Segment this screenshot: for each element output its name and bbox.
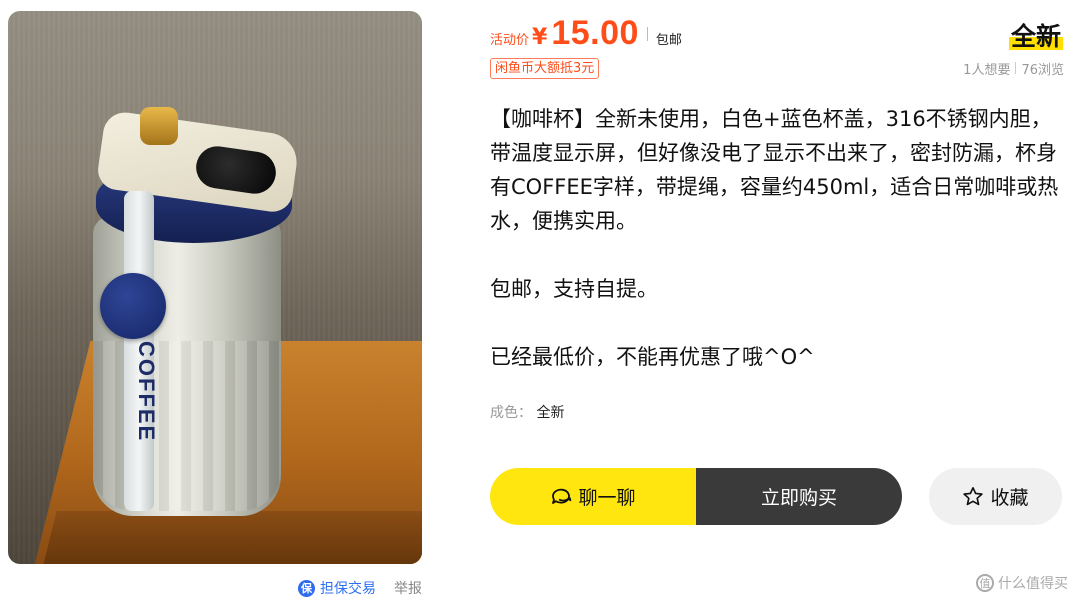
wants-count: 1人想要 (963, 63, 1011, 78)
action-button-group: 聊一聊 立即购买 (490, 468, 902, 525)
favorite-label: 收藏 (990, 487, 1029, 509)
shield-guarantee-icon: 保 (298, 579, 315, 597)
chat-bubble-icon (550, 487, 572, 507)
star-outline-icon (962, 486, 984, 507)
tumbler-gold-handle (140, 107, 178, 145)
shipping-label: 包邮 (655, 33, 682, 48)
price-value: 15.00 (551, 14, 639, 52)
attribute-value: 全新 (536, 405, 565, 421)
chat-label: 聊一聊 (578, 487, 636, 509)
tumbler-round-tag (100, 273, 166, 339)
watermark-text: 什么值得买 (998, 576, 1068, 592)
site-watermark: 值 什么值得买 (976, 573, 1068, 593)
product-image[interactable]: COFFEE (8, 11, 422, 564)
price-label: 活动价 (490, 33, 530, 48)
condition-attribute: 成色： 全新 (490, 402, 564, 422)
price-row: 活动价 ¥ 15.00 包邮 (490, 14, 682, 53)
buy-now-button[interactable]: 立即购买 (696, 468, 902, 525)
photo-shelf-edge (39, 511, 422, 564)
product-description: 【咖啡杯】全新未使用，白色+蓝色杯盖，316不锈钢内胆，带温度显示屏，但好像没电… (490, 102, 1065, 408)
strap-coffee-text: COFFEE (134, 341, 159, 443)
guarantee-label: 担保交易 (320, 581, 376, 597)
report-link[interactable]: 举报 (394, 578, 422, 598)
views-count: 76浏览 (1021, 63, 1064, 78)
stats-divider (1015, 62, 1017, 74)
coin-discount-badge: 闲鱼币大额抵3元 (490, 58, 600, 79)
favorite-button[interactable]: 收藏 (929, 468, 1062, 525)
price-divider (646, 26, 648, 41)
attribute-key: 成色： (490, 405, 532, 421)
condition-badge: 全新 (1008, 17, 1063, 53)
watermark-logo-icon: 值 (976, 574, 994, 592)
description-paragraph: 【咖啡杯】全新未使用，白色+蓝色杯盖，316不锈钢内胆，带温度显示屏，但好像没电… (490, 107, 1059, 233)
price-currency: ¥ (532, 25, 548, 50)
listing-stats: 1人想要 76浏览 (963, 59, 1064, 78)
description-paragraph: 包邮，支持自提。 (490, 277, 658, 301)
buy-label: 立即购买 (760, 487, 837, 509)
guarantee-link[interactable]: 保 担保交易 (298, 578, 376, 598)
chat-button[interactable]: 聊一聊 (490, 468, 696, 525)
description-paragraph: 已经最低价，不能再优惠了哦^O^ (490, 345, 815, 369)
